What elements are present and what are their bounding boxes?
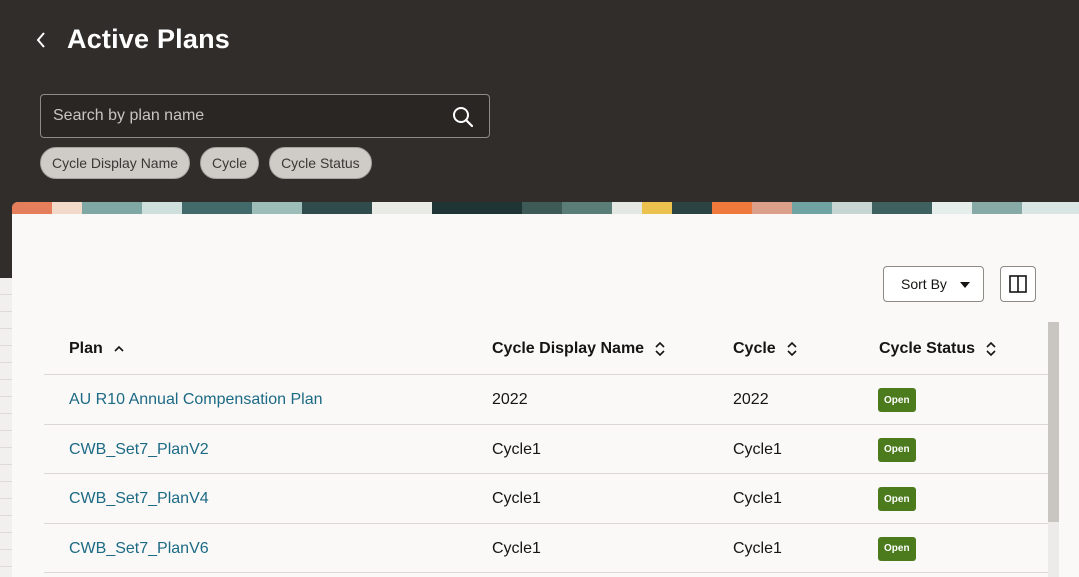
filter-chip-cycle-status[interactable]: Cycle Status [269, 147, 372, 179]
cycle-display-name-cell: Cycle1 [492, 490, 541, 507]
status-badge: Open [878, 437, 916, 462]
column-header-label: Cycle Status [879, 340, 976, 357]
status-badge: Open [878, 536, 916, 561]
chevron-left-icon [36, 32, 45, 48]
plan-link[interactable]: AU R10 Annual Compensation Plan [69, 391, 323, 409]
table-header: Plan Cycle Display Name Cycle Cycle Stat… [44, 322, 1048, 375]
cycle-cell: 2022 [733, 391, 769, 408]
table-row[interactable]: CWB_Set7_PlanV6 Cycle1 Cycle1 Open [44, 524, 1048, 573]
column-header-cycle-display-name[interactable]: Cycle Display Name [492, 340, 666, 358]
column-header-label: Cycle Display Name [492, 340, 645, 357]
sort-toggle-icon [655, 341, 665, 357]
cycle-display-name-cell: Cycle1 [492, 539, 541, 557]
search-input[interactable] [53, 95, 443, 137]
page-title: Active Plans [67, 24, 230, 54]
background-page-strip [0, 278, 12, 577]
column-header-label: Plan [69, 340, 103, 357]
sort-toggle-icon [986, 341, 996, 357]
sort-toggle-icon [787, 341, 797, 357]
column-header-plan[interactable]: Plan [69, 340, 125, 358]
plan-link[interactable]: CWB_Set7_PlanV2 [69, 441, 209, 459]
plans-table: Plan Cycle Display Name Cycle Cycle Stat… [44, 322, 1048, 573]
plan-link[interactable]: CWB_Set7_PlanV4 [69, 490, 209, 508]
plan-link[interactable]: CWB_Set7_PlanV6 [69, 540, 209, 558]
search-icon[interactable] [451, 105, 475, 129]
sort-by-label: Sort By [901, 276, 947, 292]
filter-chip-cycle-display-name[interactable]: Cycle Display Name [40, 147, 191, 179]
column-header-label: Cycle [733, 340, 776, 357]
search-field[interactable] [40, 94, 490, 138]
filter-chip-cycle[interactable]: Cycle [200, 147, 260, 179]
cycle-display-name-cell: Cycle1 [492, 440, 541, 458]
column-header-cycle[interactable]: Cycle [733, 340, 798, 358]
column-layout-icon [1009, 275, 1027, 293]
cycle-cell: Cycle1 [733, 490, 782, 507]
sort-ascending-icon [114, 345, 124, 352]
results-panel: Sort By Plan Cycle Display Name Cycle Cy… [12, 202, 1079, 577]
status-badge: Open [878, 388, 916, 412]
table-scrollbar-track[interactable] [1048, 522, 1059, 577]
table-scrollbar-thumb[interactable] [1048, 322, 1059, 522]
column-layout-button[interactable] [1000, 266, 1036, 302]
filter-chips: Cycle Display Name Cycle Cycle Status [40, 147, 372, 179]
cycle-cell: Cycle1 [733, 440, 782, 458]
cycle-cell: Cycle1 [733, 539, 782, 557]
cycle-display-name-cell: 2022 [492, 391, 528, 408]
back-button[interactable] [30, 26, 52, 54]
table-row[interactable]: CWB_Set7_PlanV4 Cycle1 Cycle1 Open [44, 474, 1048, 524]
column-header-cycle-status[interactable]: Cycle Status [879, 340, 997, 358]
caret-down-icon [960, 282, 970, 288]
table-row[interactable]: CWB_Set7_PlanV2 Cycle1 Cycle1 Open [44, 425, 1048, 474]
sort-by-button[interactable]: Sort By [883, 266, 984, 302]
table-row[interactable]: AU R10 Annual Compensation Plan 2022 202… [44, 375, 1048, 425]
decorative-banner [12, 202, 1079, 214]
status-badge: Open [878, 487, 916, 511]
